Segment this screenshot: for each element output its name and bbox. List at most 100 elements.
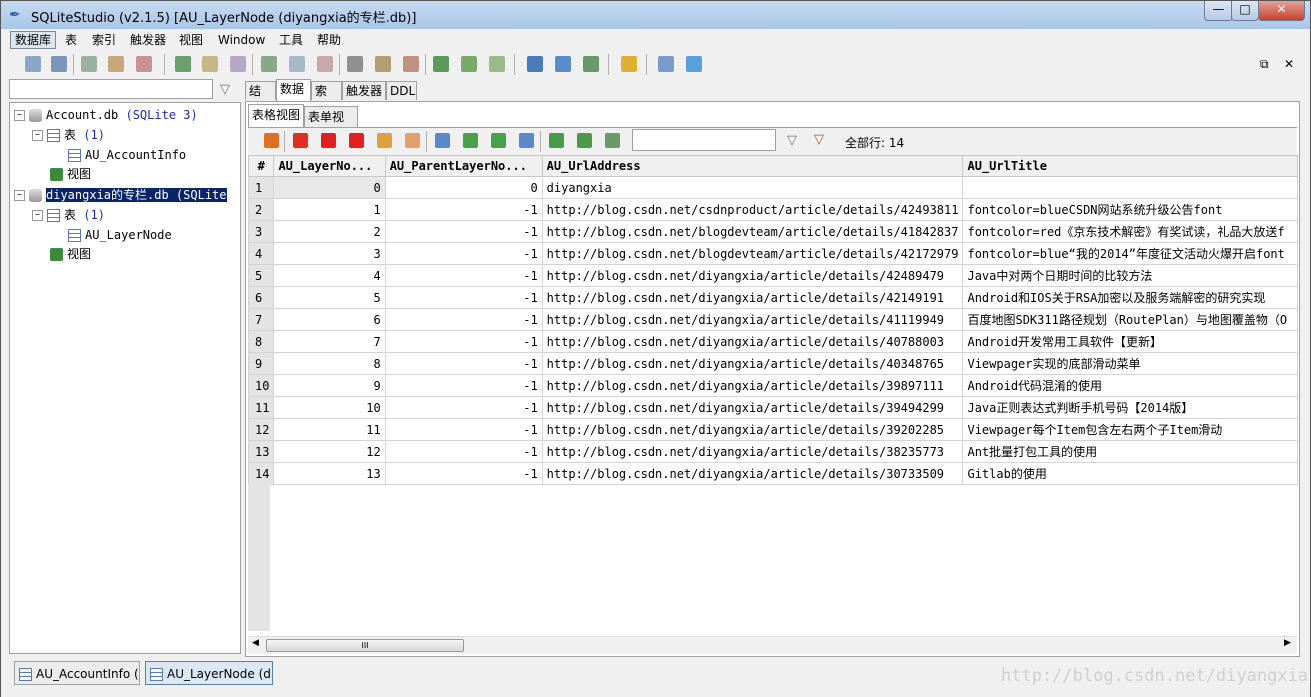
urladdress-cell[interactable]: http://blog.csdn.net/diyangxia/article/d… (541, 286, 964, 309)
layerno-cell[interactable]: 8 (273, 352, 386, 375)
delete-db-icon[interactable] (136, 56, 152, 72)
table-row[interactable]: 3 2 -1 http://blog.csdn.net/blogdevteam/art… (248, 220, 1298, 243)
menu-table[interactable]: 表 (61, 32, 81, 48)
parentlayerno-cell[interactable]: -1 (384, 418, 543, 441)
filter-icon[interactable]: ▽ (787, 133, 797, 148)
refresh-windows-icon[interactable] (583, 56, 599, 72)
parentlayerno-cell[interactable]: -1 (384, 264, 543, 287)
urladdress-cell[interactable]: http://blog.csdn.net/diyangxia/article/d… (541, 264, 964, 287)
edit-index-icon[interactable] (289, 56, 305, 72)
parentlayerno-cell[interactable]: -1 (384, 396, 543, 419)
row-number-cell[interactable]: 9 (248, 352, 275, 375)
table-row[interactable]: 9 8 -1 http://blog.csdn.net/diyangxia/artic… (248, 352, 1298, 375)
tree-table-accountinfo[interactable]: AU_AccountInfo (68, 146, 186, 164)
task-tab-layernode[interactable]: AU_LayerNode (di (145, 661, 273, 685)
clear-filter-icon[interactable]: ▽ (814, 132, 824, 147)
tab-grid-view[interactable]: 表格视图 (248, 104, 304, 127)
column-header-rownum[interactable]: # (248, 155, 275, 177)
urltitle-cell[interactable]: Ant批量打包工具的使用 (962, 440, 1298, 463)
layerno-cell[interactable]: 12 (273, 440, 386, 463)
parentlayerno-cell[interactable]: -1 (384, 374, 543, 397)
connect-db-icon[interactable] (25, 56, 41, 72)
layerno-cell[interactable]: 7 (273, 330, 386, 353)
table-row[interactable]: 14 13 -1 http://blog.csdn.net/diyangxia/art… (248, 462, 1298, 485)
scroll-right-icon[interactable]: ▶ (1284, 638, 1291, 648)
column-header-urltitle[interactable]: AU_UrlTitle (962, 155, 1298, 177)
tree-tables-node[interactable]: − 表 (1) (32, 206, 105, 224)
refresh-icon[interactable] (264, 133, 279, 148)
table-row[interactable]: 8 7 -1 http://blog.csdn.net/diyangxia/artic… (248, 330, 1298, 353)
restore-subwindow-icon[interactable]: ⧉ (1260, 57, 1269, 72)
add-row-icon[interactable] (321, 133, 336, 148)
commit-icon[interactable] (377, 133, 392, 148)
insert-row-icon[interactable] (293, 133, 308, 148)
filter-clear-icon[interactable]: ▽ (220, 82, 230, 97)
layerno-cell[interactable]: 10 (273, 396, 386, 419)
menu-trigger[interactable]: 触发器 (126, 32, 170, 48)
parentlayerno-cell[interactable]: -1 (384, 440, 543, 463)
tab-structure[interactable]: 结构 (245, 81, 276, 117)
horizontal-scrollbar[interactable]: ◀ III ▶ (248, 636, 1297, 654)
row-number-cell[interactable]: 5 (248, 264, 275, 287)
table-row[interactable]: 5 4 -1 http://blog.csdn.net/diyangxia/artic… (248, 264, 1298, 287)
table-row[interactable]: 11 10 -1 http://blog.csdn.net/diyangxia/art… (248, 396, 1298, 419)
rollback-icon[interactable] (405, 133, 420, 148)
row-number-cell[interactable]: 13 (248, 440, 275, 463)
row-number-cell[interactable]: 6 (248, 286, 275, 309)
parentlayerno-cell[interactable]: -1 (384, 462, 543, 485)
urladdress-cell[interactable]: http://blog.csdn.net/diyangxia/article/d… (541, 352, 964, 375)
collapse-icon[interactable]: − (14, 190, 25, 201)
table-row[interactable]: 4 3 -1 http://blog.csdn.net/blogdevteam/art… (248, 242, 1298, 265)
urltitle-cell[interactable]: Android代码混淆的使用 (962, 374, 1298, 397)
parentlayerno-cell[interactable]: -1 (384, 352, 543, 375)
urltitle-cell[interactable]: 百度地图SDK311路径规划（RoutePlan）与地图覆盖物（O (962, 308, 1298, 331)
delete-table-icon[interactable] (230, 56, 246, 72)
urladdress-cell[interactable]: http://blog.csdn.net/diyangxia/article/d… (541, 462, 964, 485)
tab-index[interactable]: 索引 (311, 81, 342, 117)
menu-index[interactable]: 索引 (88, 32, 120, 48)
tree-db-diyangxia[interactable]: − diyangxia的专栏.db (SQLite (14, 186, 227, 204)
settings-icon[interactable] (658, 56, 674, 72)
next-page-icon[interactable] (491, 133, 506, 148)
table-row[interactable]: 6 5 -1 http://blog.csdn.net/diyangxia/artic… (248, 286, 1298, 309)
urladdress-cell[interactable]: http://blog.csdn.net/diyangxia/article/d… (541, 374, 964, 397)
close-button[interactable]: ✕ (1258, 1, 1305, 21)
urladdress-cell[interactable]: http://blog.csdn.net/diyangxia/article/d… (541, 418, 964, 441)
minimize-button[interactable]: — (1204, 1, 1233, 21)
urltitle-cell[interactable]: Gitlab的使用 (962, 462, 1298, 485)
layerno-cell[interactable]: 9 (273, 374, 386, 397)
edit-trigger-icon[interactable] (375, 56, 391, 72)
layerno-cell[interactable]: 5 (273, 286, 386, 309)
delete-index-icon[interactable] (317, 56, 333, 72)
urladdress-cell[interactable]: http://blog.csdn.net/diyangxia/article/d… (541, 396, 964, 419)
table-row[interactable]: 1 0 0 diyangxia (248, 176, 1298, 199)
urltitle-cell[interactable]: fontcolor=blue“我的2014”年度征文活动火爆开启font (962, 242, 1298, 265)
menu-database[interactable]: 数据库 (10, 31, 57, 49)
tree-views-node[interactable]: 视图 (50, 165, 91, 183)
first-page-icon[interactable] (435, 133, 450, 148)
new-trigger-icon[interactable] (347, 56, 363, 72)
collapse-icon[interactable]: − (32, 210, 43, 221)
layerno-cell[interactable]: 1 (273, 198, 386, 221)
table-row[interactable]: 2 1 -1 http://blog.csdn.net/csdnproduct/art… (248, 198, 1298, 221)
urltitle-cell[interactable]: fontcolor=red《京东技术解密》有奖试读，礼品大放送f (962, 220, 1298, 243)
delete-trigger-icon[interactable] (403, 56, 419, 72)
export-icon[interactable] (605, 133, 620, 148)
urladdress-cell[interactable]: http://blog.csdn.net/blogdevteam/article… (541, 242, 964, 265)
row-number-cell[interactable]: 11 (248, 396, 275, 419)
parentlayerno-cell[interactable]: -1 (384, 330, 543, 353)
tab-ddl[interactable]: DDL (386, 81, 417, 100)
layerno-cell[interactable]: 6 (273, 308, 386, 331)
grid-filter-input[interactable] (632, 129, 776, 151)
prev-page-icon[interactable] (463, 133, 478, 148)
disconnect-db-icon[interactable] (51, 56, 67, 72)
urladdress-cell[interactable]: http://blog.csdn.net/diyangxia/article/d… (541, 330, 964, 353)
delete-view-icon[interactable] (489, 56, 505, 72)
parentlayerno-cell[interactable]: -1 (384, 286, 543, 309)
urltitle-cell[interactable]: Java中对两个日期时间的比较方法 (962, 264, 1298, 287)
task-tab-accountinfo[interactable]: AU_AccountInfo ( (14, 661, 140, 685)
urltitle-cell[interactable]: Android开发常用工具软件【更新】 (962, 330, 1298, 353)
delete-row-icon[interactable] (349, 133, 364, 148)
column-header-layerno[interactable]: AU_LayerNo... (273, 155, 386, 177)
layerno-cell[interactable]: 4 (273, 264, 386, 287)
